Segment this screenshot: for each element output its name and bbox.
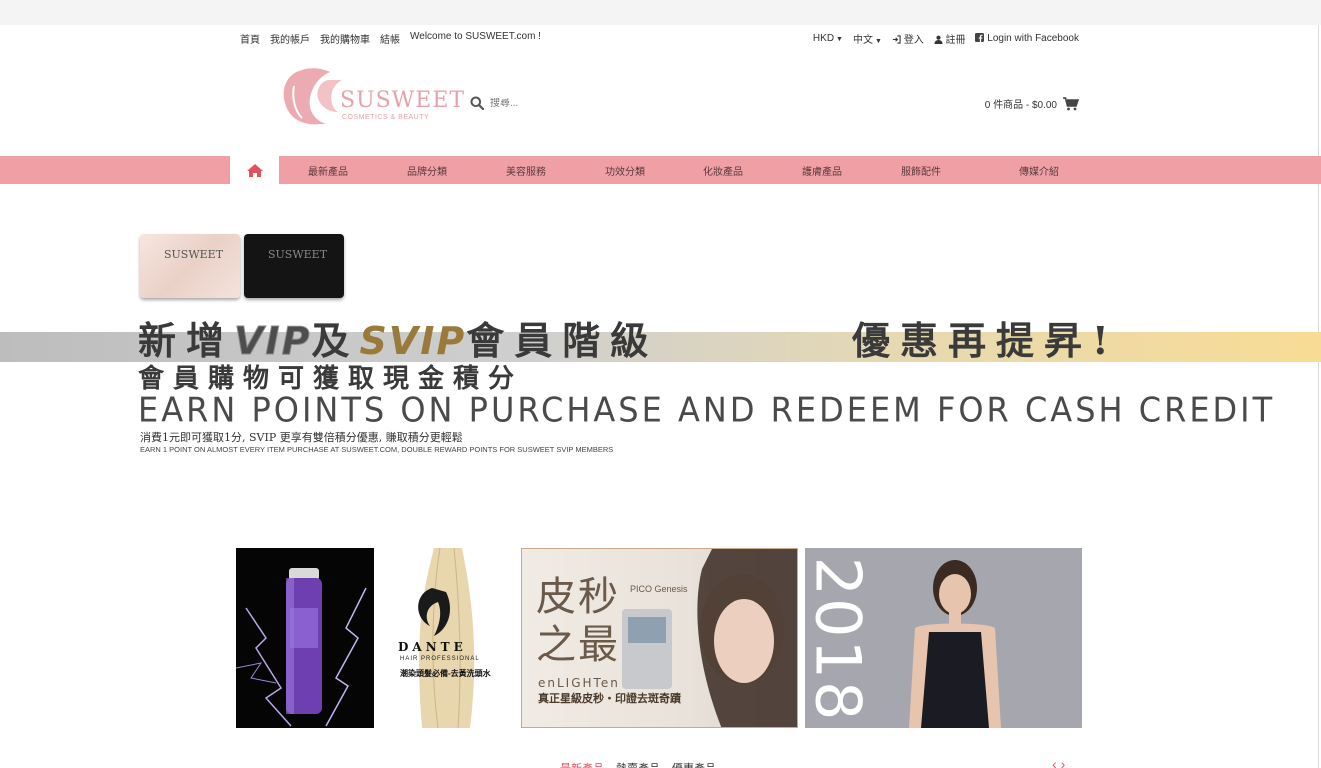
sign-in-icon <box>892 35 901 44</box>
currency-label: HKD <box>812 33 835 44</box>
nav-item-beauty-services[interactable]: 美容服務 <box>506 163 546 178</box>
facebook-login-link[interactable]: Login with Facebook <box>975 33 1079 44</box>
svip-card-image: SUSWEET <box>244 234 344 298</box>
browser-top-strip <box>0 0 1321 25</box>
carousel-arrows: ‹› <box>1052 756 1069 768</box>
tab-new-products[interactable]: 最新產品 <box>560 760 604 768</box>
nav-item-makeup[interactable]: 化妝產品 <box>703 163 743 178</box>
card-logo: SUSWEET <box>164 248 224 261</box>
search-input[interactable] <box>490 97 670 109</box>
my-account-link[interactable]: 我的帳戶 <box>270 31 310 46</box>
search-icon[interactable] <box>470 96 484 110</box>
language-dropdown[interactable]: 中文 ▼ <box>853 31 882 46</box>
dante-brand-name: DANTE <box>398 640 467 654</box>
product-tabs: 最新產品 熱賣產品 優惠產品 <box>560 760 716 768</box>
pico-enlighten: enLIGHTen <box>538 676 620 690</box>
facebook-icon <box>975 33 985 42</box>
tab-sale-products[interactable]: 優惠產品 <box>672 760 716 768</box>
headline-svip: SVIP <box>359 319 467 363</box>
promo-dante-product[interactable] <box>236 548 374 728</box>
pico-char-3: 之 <box>536 622 576 668</box>
year-2018-label: 2018 <box>802 556 875 722</box>
cart-summary-text: 0 件商品 - $0.00 <box>984 100 1057 111</box>
promo-dante-brand[interactable] <box>374 548 514 728</box>
cart-summary[interactable]: 0 件商品 - $0.00 <box>985 96 1079 111</box>
logo-tagline: COSMETICS & BEAUTY <box>342 114 430 121</box>
login-link[interactable]: 登入 <box>892 31 924 46</box>
language-label: 中文 <box>852 35 873 46</box>
headline-mid: 及 <box>311 318 360 363</box>
chevron-down-icon: ▼ <box>874 38 882 45</box>
welcome-text: Welcome to SUSWEET.com ! <box>410 31 541 42</box>
banner-headline: 新增VIP及SVIP會員階級 <box>138 310 658 365</box>
banner-detail-en: EARN 1 POINT ON ALMOST EVERY ITEM PURCHA… <box>140 445 614 454</box>
my-cart-link[interactable]: 我的購物車 <box>320 31 370 46</box>
headline-prefix: 新增 <box>138 318 235 363</box>
chevron-left-icon[interactable]: ‹ <box>1052 756 1061 768</box>
register-link[interactable]: 註冊 <box>934 31 966 46</box>
shopping-cart-icon <box>1063 96 1079 110</box>
banner-detail-cn: 消費1元即可獲取1分, SVIP 更享有雙倍積分優惠, 賺取積分更輕鬆 <box>140 431 463 444</box>
headline-vip: VIP <box>234 319 312 364</box>
pico-char-4: 最 <box>578 622 618 668</box>
nav-home[interactable] <box>230 156 279 184</box>
nav-item-skincare[interactable]: 護膚產品 <box>802 163 842 178</box>
currency-dropdown[interactable]: HKD ▼ <box>813 33 843 44</box>
home-link[interactable]: 首頁 <box>240 31 260 46</box>
checkout-link[interactable]: 結帳 <box>380 31 400 46</box>
headline-suffix: 會員階級 <box>466 318 659 363</box>
dante-caption: 潮染頭髮必備-去黃洗頭水 <box>400 669 491 678</box>
login-label: 登入 <box>903 35 924 46</box>
home-icon <box>246 163 263 177</box>
facebook-login-label: Login with Facebook <box>987 33 1079 44</box>
lightning-bottle-image <box>236 568 367 727</box>
hair-silhouette-image <box>418 548 475 728</box>
pico-caption: 真正星級皮秒・印證去斑奇蹟 <box>538 692 681 705</box>
account-links: HKD ▼ 中文 ▼ 登入 註冊 Login with Facebook <box>813 31 1079 46</box>
card-logo: SUSWEET <box>268 248 328 261</box>
nav-item-brands[interactable]: 品牌分類 <box>407 163 447 178</box>
banner-headline-right: 優惠再提昇! <box>852 318 1119 363</box>
utility-links: 首頁 我的帳戶 我的購物車 結帳 Welcome to SUSWEET.com … <box>240 31 541 46</box>
user-icon <box>934 35 943 44</box>
nav-item-fashion[interactable]: 服飾配件 <box>901 163 941 178</box>
nav-item-new-products[interactable]: 最新產品 <box>308 163 348 178</box>
logo-wordmark: SUSWEET <box>340 88 466 113</box>
nav-item-media[interactable]: 傳媒介紹 <box>1019 163 1059 178</box>
search-bar <box>470 96 670 110</box>
banner-subtitle-en: EARN POINTS ON PURCHASE AND REDEEM FOR C… <box>138 390 1276 430</box>
pico-brand: PICO Genesis <box>630 584 688 594</box>
chevron-right-icon[interactable]: › <box>1061 756 1070 768</box>
page-edge-divider <box>1318 25 1319 768</box>
main-nav <box>0 156 1321 184</box>
vip-card-image: SUSWEET <box>140 234 240 298</box>
chevron-down-icon: ▼ <box>836 36 843 43</box>
year-text: 2018 <box>801 556 875 722</box>
nav-item-by-effect[interactable]: 功效分類 <box>605 163 645 178</box>
register-label: 註冊 <box>945 35 966 46</box>
tab-hot-products[interactable]: 熱賣產品 <box>616 760 660 768</box>
dante-tagline: HAIR PROFESSIONAL <box>400 656 480 662</box>
